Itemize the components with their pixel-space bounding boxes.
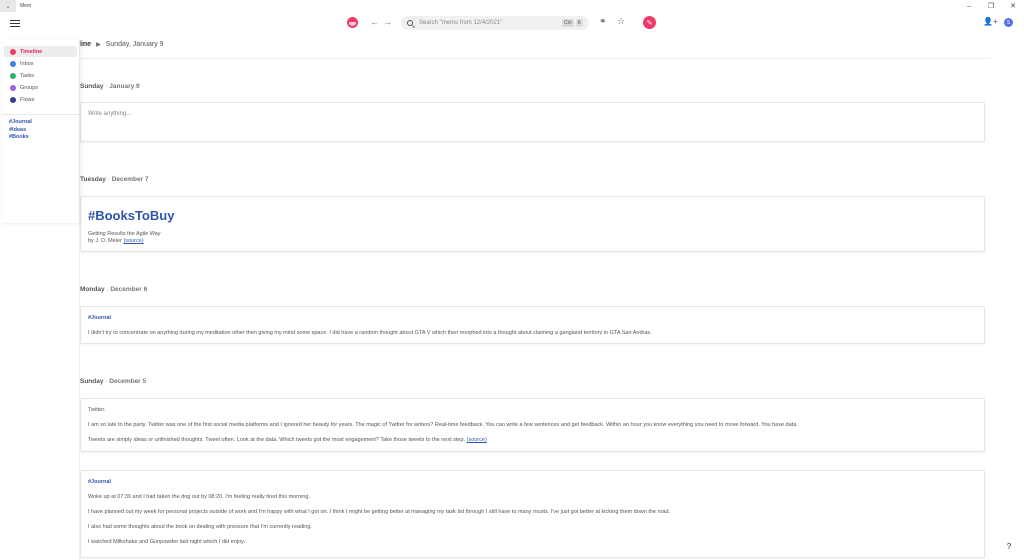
mem-card[interactable]: #Journal Woke up at 07:30 and I had take… [80,470,985,558]
groups-icon [10,84,16,91]
sidebar-item-label: Flows [20,96,35,103]
source-link[interactable]: (source) [467,437,487,443]
sidebar-item-timeline[interactable]: Timeline [4,46,77,57]
mem-text: I didn't try to concentrate on anything … [88,330,652,336]
help-icon: ? [1006,541,1012,551]
help-button[interactable]: ? [1003,540,1015,552]
mem-text: I have planned out my week for personal … [88,509,671,515]
day-separator: · [105,378,108,385]
maximize-button[interactable]: ❐ [980,0,1002,12]
mem-text: I am so late to the party. Twitter was o… [88,422,798,428]
sidebar-divider [2,114,79,115]
search-icon [407,20,413,26]
window-titlebar: ⌄ Mem – ❐ ✕ [0,0,1024,12]
minimize-button[interactable]: – [958,0,980,12]
avatar[interactable]: S [1004,18,1013,27]
breadcrumb-current: Sunday, January 9 [105,41,164,48]
mem-text: I watched Milkshake and Gunpowder last n… [88,539,246,545]
sidebar-tag-books[interactable]: #Books [2,134,79,142]
chevron-right-icon: ▶ [96,42,101,48]
close-button[interactable]: ✕ [1002,0,1024,12]
mem-tag[interactable]: #Journal [88,479,111,485]
mem-tag[interactable]: #Journal [88,315,111,321]
top-toolbar: ← → Search "mems from 12/4/2021" Ctrl K … [0,12,1024,36]
window-title: Mem [20,3,32,9]
flows-icon [10,96,16,103]
link-icon[interactable]: ⚭ [599,16,607,27]
new-mem-editor[interactable]: Write anything... [80,102,985,142]
forward-arrow-icon[interactable]: → [383,17,392,27]
add-user-icon[interactable]: 👤+ [983,17,998,26]
compose-icon: ✎ [646,19,653,27]
editor-placeholder: Write anything... [88,111,132,117]
search-input[interactable]: Search "mems from 12/4/2021" Ctrl K [401,16,589,30]
sidebar-item-label: Inbox [20,60,34,67]
day-date: December 6 [110,286,148,293]
sidebar-item-inbox[interactable]: Inbox [4,58,77,69]
window-controls: – ❐ ✕ [958,0,1024,12]
header-divider [80,58,990,59]
mem-tag-heading[interactable]: #BooksToBuy [88,208,977,223]
day-separator: · [106,286,109,293]
breadcrumb: line ▶ Sunday, January 9 [79,41,164,48]
day-name: Monday [80,286,105,293]
day-date: January 9 [109,83,140,90]
mem-text: Woke up at 07:30 and I had taken the dog… [88,494,311,500]
source-link[interactable]: (source) [123,238,143,244]
sidebar-tag-journal[interactable]: #Journal [2,119,79,127]
day-heading: Sunday · January 9 [80,83,140,90]
day-name: Sunday [80,378,104,385]
breadcrumb-timeline[interactable]: line [79,41,91,48]
book-author: by J. D. Meier (source) [88,238,977,245]
shortcut-ctrl: Ctrl [561,19,574,27]
mem-text: I also had some thoughts about the book … [88,524,312,530]
day-heading: Sunday · December 5 [80,378,146,385]
chevron-down-icon[interactable]: ⌄ [0,0,16,12]
sidebar-tag-ideas[interactable]: #Ideas [2,127,79,135]
tasks-icon [10,72,16,79]
sidebar-item-tasks[interactable]: Tasks [4,70,77,81]
sidebar-item-label: Tasks [20,72,35,79]
day-name: Sunday [80,83,104,90]
shortcut-key: K [575,19,583,27]
mem-card[interactable]: Twitter. I am so late to the party. Twit… [80,398,985,452]
day-separator: · [105,83,108,90]
mem-card[interactable]: #BooksToBuy Getting Results the Agile Wa… [80,196,985,252]
mem-card[interactable]: #Journal I didn't try to concentrate on … [80,306,985,344]
day-separator: · [107,176,110,183]
book-author-text: by J. D. Meier [88,238,122,244]
hamburger-menu-icon[interactable] [10,18,20,28]
back-arrow-icon[interactable]: ← [370,17,379,27]
sidebar-item-label: Timeline [20,48,43,55]
day-date: December 7 [111,176,149,183]
sidebar-backdrop [0,223,80,560]
mem-text-span: Tweets are simply ideas or unfinished th… [88,437,466,443]
new-mem-button[interactable]: ✎ [643,16,656,29]
mem-text: Tweets are simply ideas or unfinished th… [88,437,977,444]
inbox-icon [10,60,16,67]
sidebar: Timeline Inbox Tasks Groups Flows #Journ… [2,40,80,223]
timeline-icon [10,48,16,55]
day-heading: Monday · December 6 [80,286,147,293]
day-name: Tuesday [80,176,106,183]
sidebar-item-groups[interactable]: Groups [4,82,77,93]
book-title: Getting Results the Agile Way [88,231,161,237]
mem-text: Twitter. [88,407,106,413]
avatar-letter: S [1006,19,1011,26]
sidebar-item-label: Groups [20,84,39,91]
sidebar-item-flows[interactable]: Flows [4,94,77,105]
day-heading: Tuesday · December 7 [80,176,149,183]
star-icon[interactable]: ☆ [617,16,625,27]
search-placeholder: Search "mems from 12/4/2021" [419,20,503,26]
day-date: December 5 [109,378,147,385]
mem-logo[interactable] [347,17,358,28]
